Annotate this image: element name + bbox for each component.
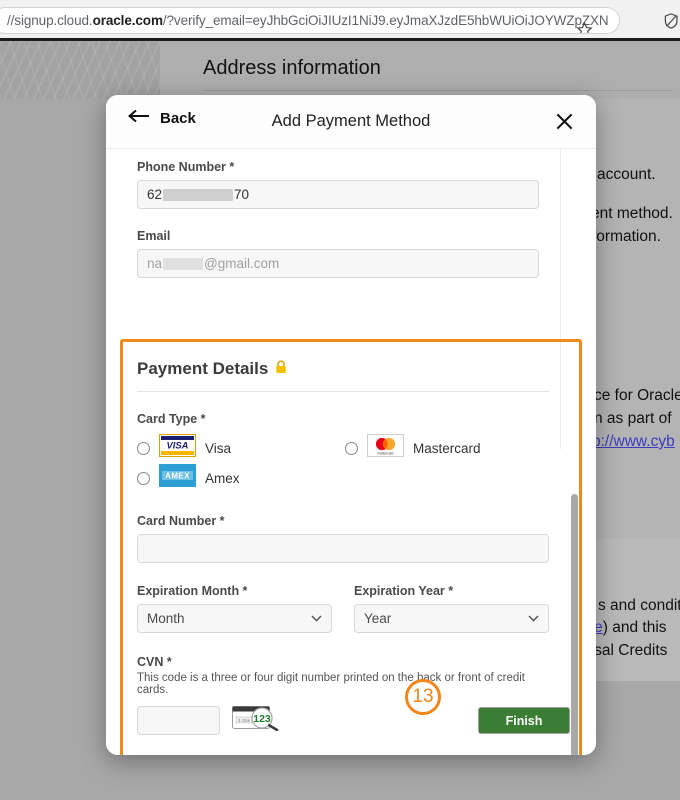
email-placeholder-end: @gmail.com [204, 256, 280, 271]
expiration-month-value: Month [147, 611, 185, 626]
card-type-label-amex: Amex [205, 470, 240, 486]
expiration-year-group: Expiration Year * Year [354, 584, 549, 633]
padlock-icon [275, 359, 287, 379]
radio-visa[interactable] [137, 441, 150, 455]
phone-number-input[interactable]: 62 70 [137, 180, 539, 209]
chevron-down-icon [311, 613, 322, 625]
modal-scrollbar-thumb[interactable] [571, 494, 578, 755]
bg-text-line: rsal Credits [589, 642, 668, 659]
bg-text-link[interactable]: p://www.cyb [592, 433, 675, 451]
phone-number-value-end: 70 [234, 187, 250, 202]
email-placeholder-start: na [147, 256, 163, 271]
payment-details-heading: Payment Details [137, 359, 557, 379]
amex-logo: AMEX [159, 464, 196, 492]
payment-details-title: Payment Details [137, 359, 269, 378]
card-type-option-mastercard[interactable]: mastercard Mastercard [345, 434, 481, 462]
url-text: //signup.cloud.oracle.com/?verify_email=… [7, 13, 609, 28]
radio-mastercard[interactable] [345, 441, 358, 455]
expiration-year-select[interactable]: Year [354, 604, 549, 633]
card-type-label-mastercard: Mastercard [413, 440, 481, 456]
mastercard-logo: mastercard [367, 434, 404, 462]
radio-amex[interactable] [137, 471, 150, 485]
shield-icon[interactable] [660, 10, 680, 32]
modal-body: Phone Number * 62 70 Email na @gmail.com P… [106, 149, 596, 755]
phone-number-redaction [163, 188, 234, 201]
bg-text-line: s and condit [598, 597, 680, 614]
expiration-year-value: Year [364, 611, 392, 626]
card-type-option-amex[interactable]: AMEX Amex [137, 464, 240, 492]
bg-text-line: ce for Oracle [594, 387, 680, 404]
bg-text-line: n as part of [594, 410, 672, 427]
modal-header: Back Add Payment Method [106, 95, 596, 149]
browser-toolbar: //signup.cloud.oracle.com/?verify_email=… [0, 0, 680, 40]
close-icon[interactable] [552, 109, 576, 133]
bg-text-line: account. [597, 166, 656, 183]
svg-text:VISA: VISA [167, 440, 189, 451]
email-redaction [163, 257, 204, 270]
address-bar[interactable]: //signup.cloud.oracle.com/?verify_email=… [0, 7, 620, 34]
page-heading-divider [203, 90, 673, 91]
email-label: Email [137, 229, 171, 243]
payment-details-section: Payment Details Card Type * VISA Visa ma… [137, 359, 557, 736]
card-type-label: Card Type * [137, 412, 206, 426]
contact-fields-group: Phone Number * 62 70 Email na @gmail.com [137, 160, 539, 278]
expiration-month-select[interactable]: Month [137, 604, 332, 633]
card-type-label-visa: Visa [205, 440, 232, 456]
expiration-year-label: Expiration Year * [354, 584, 454, 598]
email-input[interactable]: na @gmail.com [137, 249, 539, 278]
url-domain: oracle.com [92, 13, 163, 28]
cvn-label: CVN * [137, 655, 172, 669]
svg-text:AMEX: AMEX [165, 472, 190, 481]
add-payment-method-modal: Back Add Payment Method Phone Number * 6… [106, 95, 596, 755]
page-heading: Address information [203, 57, 381, 79]
cvn-input[interactable] [137, 706, 220, 735]
bg-text-line-tail: ) and this [602, 619, 667, 636]
content-divider [560, 149, 561, 449]
back-label: Back [160, 110, 196, 127]
payment-details-divider [137, 391, 549, 392]
expiration-month-group: Expiration Month * Month [137, 584, 332, 633]
visa-logo: VISA [159, 434, 196, 462]
finish-button[interactable]: Finish [478, 707, 570, 734]
card-cvn-magnifier-icon: J. Doe 123 [232, 705, 284, 736]
url-suffix: /?verify_email=eyJhbGciOiJIUzI1NiJ9.eyJm… [162, 13, 609, 28]
card-number-label: Card Number * [137, 514, 225, 528]
card-number-input[interactable] [137, 534, 549, 563]
phone-number-value-start: 62 [147, 187, 163, 202]
back-button[interactable]: Back [127, 109, 196, 128]
url-prefix: //signup.cloud. [7, 13, 93, 28]
arrow-left-icon [127, 109, 151, 128]
chevron-down-icon [528, 613, 539, 625]
bg-text-line: re) and this [589, 619, 667, 637]
svg-text:mastercard: mastercard [378, 451, 394, 455]
step-number-badge: 13 [405, 679, 441, 715]
card-type-option-visa[interactable]: VISA Visa [137, 434, 231, 462]
bookmark-star-icon[interactable] [573, 18, 595, 33]
expiration-month-label: Expiration Month * [137, 584, 248, 598]
bg-text-line: ent method. [591, 205, 673, 222]
phone-number-label: Phone Number * [137, 160, 235, 174]
cvn-help-text: This code is a three or four digit numbe… [137, 672, 526, 696]
svg-text:123: 123 [253, 713, 271, 725]
svg-text:J. Doe: J. Doe [238, 718, 251, 723]
bg-text-line: formation. [592, 228, 661, 245]
